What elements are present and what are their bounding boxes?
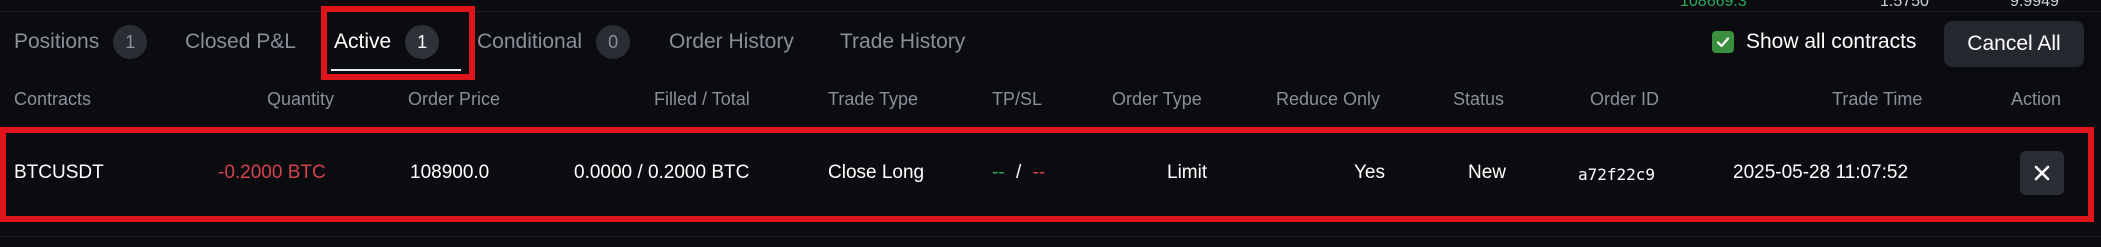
tab-label: Trade History bbox=[840, 30, 966, 53]
tab-count-badge: 0 bbox=[596, 25, 631, 59]
tab-trade-history[interactable]: Trade History bbox=[840, 30, 965, 54]
cancel-order-button[interactable] bbox=[2020, 151, 2064, 195]
show-all-contracts-label: Show all contracts bbox=[1746, 30, 1917, 53]
col-order-price: Order Price bbox=[408, 89, 501, 109]
orderbook-strip: 108669.3 1.5750 9.9949 bbox=[0, 0, 2101, 12]
col-quantity: Quantity bbox=[267, 89, 335, 109]
col-status: Status bbox=[1453, 89, 1505, 109]
col-trade-time: Trade Time bbox=[1832, 89, 1923, 109]
table-header: Contracts Quantity Order Price Filled / … bbox=[0, 89, 2101, 115]
col-order-type: Order Type bbox=[1112, 89, 1202, 109]
divider bbox=[0, 236, 2101, 237]
order-type: Limit bbox=[1167, 162, 1208, 183]
order-reduce-only: Yes bbox=[1354, 162, 1385, 183]
col-contracts: Contracts bbox=[14, 89, 92, 109]
orderbook-total: 9.9949 bbox=[2010, 0, 2059, 10]
sl-value: -- bbox=[1032, 162, 1046, 183]
cancel-all-button[interactable]: Cancel All bbox=[1944, 21, 2084, 67]
tab-label: Order History bbox=[669, 30, 794, 53]
order-status: New bbox=[1468, 162, 1507, 183]
tab-label: Active bbox=[334, 30, 392, 53]
order-trade-time: 2025-05-28 11:07:52 bbox=[1733, 162, 1909, 183]
tab-label: Positions bbox=[14, 30, 100, 53]
col-tpsl: TP/SL bbox=[992, 89, 1043, 109]
col-order-id: Order ID bbox=[1590, 89, 1660, 109]
order-id[interactable]: a72f22c9 bbox=[1578, 165, 1655, 184]
active-tab-underline bbox=[331, 69, 461, 71]
show-all-contracts-toggle[interactable]: Show all contracts bbox=[1712, 30, 1916, 54]
col-reduce-only: Reduce Only bbox=[1276, 89, 1381, 109]
order-trade-type: Close Long bbox=[828, 162, 925, 183]
orderbook-qty: 1.5750 bbox=[1880, 0, 1929, 10]
close-icon bbox=[2034, 165, 2050, 181]
col-action: Action bbox=[2011, 89, 2062, 109]
col-trade-type: Trade Type bbox=[828, 89, 919, 109]
tpsl-separator: / bbox=[1015, 162, 1022, 183]
order-contract[interactable]: BTCUSDT bbox=[14, 162, 104, 184]
order-quantity: -0.2000 BTC bbox=[218, 162, 326, 183]
divider bbox=[0, 11, 2101, 12]
tab-count-badge: 1 bbox=[113, 25, 148, 59]
tab-conditional[interactable]: Conditional 0 bbox=[477, 25, 631, 59]
tab-label: Closed P&L bbox=[185, 30, 296, 53]
order-filled-total: 0.0000 / 0.2000 BTC bbox=[574, 162, 750, 183]
tab-positions[interactable]: Positions 1 bbox=[14, 25, 148, 59]
tp-value: -- bbox=[992, 162, 1005, 183]
order-tpsl[interactable]: -- / -- bbox=[992, 162, 1045, 184]
checkbox-checked-icon[interactable] bbox=[1712, 31, 1734, 53]
tab-active[interactable]: Active 1 bbox=[334, 25, 440, 59]
table-row: BTCUSDT -0.2000 BTC 108900.0 0.0000 / 0.… bbox=[0, 128, 2101, 220]
col-filled-total: Filled / Total bbox=[654, 89, 750, 109]
tab-count-badge: 1 bbox=[405, 25, 440, 59]
orderbook-price: 108669.3 bbox=[1680, 0, 1747, 10]
order-price: 108900.0 bbox=[410, 162, 490, 183]
tab-label: Conditional bbox=[477, 30, 583, 53]
tab-closed-pnl[interactable]: Closed P&L bbox=[185, 30, 296, 54]
tab-order-history[interactable]: Order History bbox=[669, 30, 794, 54]
